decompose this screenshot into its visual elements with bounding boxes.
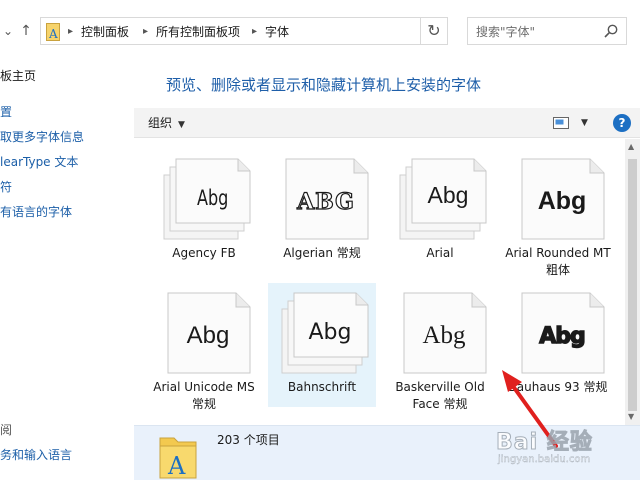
font-name: Algerian 常规 <box>283 246 361 260</box>
svg-text:Abg: Abg <box>428 182 469 208</box>
control-panel-home-link[interactable]: 板主页 <box>0 68 36 84</box>
font-file-icon: Abg <box>403 292 487 374</box>
cleartype-text-link[interactable]: learType 文本 <box>0 154 78 170</box>
see-also-heading: 阅 <box>0 423 13 437</box>
svg-text:Abg: Abg <box>309 320 352 345</box>
breadcrumb-separator-icon: ▸ <box>143 26 149 37</box>
view-dropdown-button[interactable]: ▼ <box>581 116 588 130</box>
recent-locations-button[interactable]: ⌄ <box>0 22 16 40</box>
breadcrumb-control-panel[interactable]: 控制面板 <box>81 24 129 40</box>
chevron-down-icon: ⌄ <box>2 24 14 38</box>
chevron-down-icon: ▼ <box>178 120 185 130</box>
page-title: 预览、删除或者显示和隐藏计算机上安装的字体 <box>166 76 482 94</box>
font-file-icon: ABG <box>285 158 369 240</box>
baidu-watermark: Bai 经验 jingyan.baidu.com <box>496 424 616 472</box>
breadcrumb-separator-icon: ▸ <box>252 26 258 37</box>
font-name: Agency FB <box>172 246 236 260</box>
font-tile-baskerville[interactable]: Abg Baskerville Old Face 常规 <box>386 283 494 411</box>
font-tile-arial-rounded[interactable]: Abg Arial Rounded MT 粗体 <box>504 149 612 277</box>
svg-text:Abg: Abg <box>187 322 230 349</box>
view-options-icon[interactable] <box>553 116 569 130</box>
search-box[interactable] <box>467 17 627 45</box>
left-navigation-pane: 板主页 置 取更多字体信息 learType 文本 符 有语言的字体 阅 务和输… <box>0 62 120 480</box>
svg-text:Abg: Abg <box>422 322 466 349</box>
fonts-folder-icon: A <box>159 437 197 480</box>
address-bar[interactable]: A ▸ 控制面板 ▸ 所有控制面板项 ▸ 字体 ⌄ <box>40 17 448 45</box>
font-file-icon: Abg <box>521 158 605 240</box>
breadcrumb-all-items[interactable]: 所有控制面板项 <box>156 24 240 40</box>
font-tile-bahnschrift[interactable]: Abg Bahnschrift <box>268 283 376 407</box>
watermark-text: Bai 经验 <box>496 430 593 456</box>
svg-text:A: A <box>167 452 186 480</box>
vertical-scrollbar[interactable]: ▲ ▼ <box>625 139 640 425</box>
svg-text:Abg: Abg <box>539 324 585 349</box>
more-font-info-link[interactable]: 取更多字体信息 <box>0 129 84 145</box>
font-name: Arial Rounded MT 粗体 <box>505 246 611 277</box>
refresh-icon: ↻ <box>427 21 441 40</box>
font-settings-link[interactable]: 置 <box>0 104 12 120</box>
help-button[interactable]: ? <box>613 114 631 132</box>
font-name: Baskerville Old Face 常规 <box>395 380 485 411</box>
command-toolbar: 组织 ▼ ▼ ? <box>134 108 640 138</box>
organize-button[interactable]: 组织 ▼ <box>148 115 185 133</box>
up-button[interactable]: ↑ <box>18 22 34 40</box>
find-character-link[interactable]: 符 <box>0 179 12 195</box>
font-stack-icon: Abg <box>281 292 369 374</box>
arrow-up-icon: ↑ <box>20 23 32 39</box>
svg-text:A: A <box>48 27 58 41</box>
breadcrumb-separator-icon: ▸ <box>68 26 74 37</box>
font-file-icon: Abg <box>521 292 605 374</box>
svg-text:Abg: Abg <box>538 187 587 215</box>
svg-text:Abg: Abg <box>197 186 228 211</box>
refresh-button[interactable]: ↻ <box>420 17 448 45</box>
scroll-down-icon[interactable]: ▼ <box>628 412 634 421</box>
fonts-folder-icon: A <box>46 23 60 41</box>
font-tile-algerian[interactable]: ABG Algerian 常规 <box>268 149 376 273</box>
font-stack-icon: Abg <box>163 158 251 240</box>
font-tile-arial[interactable]: Abg Arial <box>386 149 494 273</box>
all-language-fonts-link[interactable]: 有语言的字体 <box>0 204 72 220</box>
watermark-url: jingyan.baidu.com <box>498 454 591 465</box>
font-tile-agency-fb[interactable]: Abg Agency FB <box>150 149 258 273</box>
text-services-link[interactable]: 务和输入语言 <box>0 447 72 463</box>
font-tile-arial-unicode-ms[interactable]: Abg Arial Unicode MS 常规 <box>150 283 258 411</box>
search-input[interactable] <box>476 23 594 40</box>
organize-label: 组织 <box>148 116 173 130</box>
item-count: 203 个项目 <box>217 433 280 447</box>
font-stack-icon: Abg <box>399 158 487 240</box>
font-name: Bahnschrift <box>287 380 357 394</box>
search-icon <box>604 24 618 38</box>
scroll-up-icon[interactable]: ▲ <box>628 142 634 151</box>
breadcrumb-fonts[interactable]: 字体 <box>265 24 289 40</box>
font-name: Arial Unicode MS 常规 <box>153 380 255 411</box>
scroll-thumb[interactable] <box>628 159 637 411</box>
svg-text:ABG: ABG <box>296 189 355 215</box>
font-name: Arial <box>426 246 454 260</box>
navigation-bar: ⌄ ↑ A ▸ 控制面板 ▸ 所有控制面板项 ▸ 字体 ⌄ ↻ <box>0 0 640 62</box>
font-file-icon: Abg <box>167 292 251 374</box>
